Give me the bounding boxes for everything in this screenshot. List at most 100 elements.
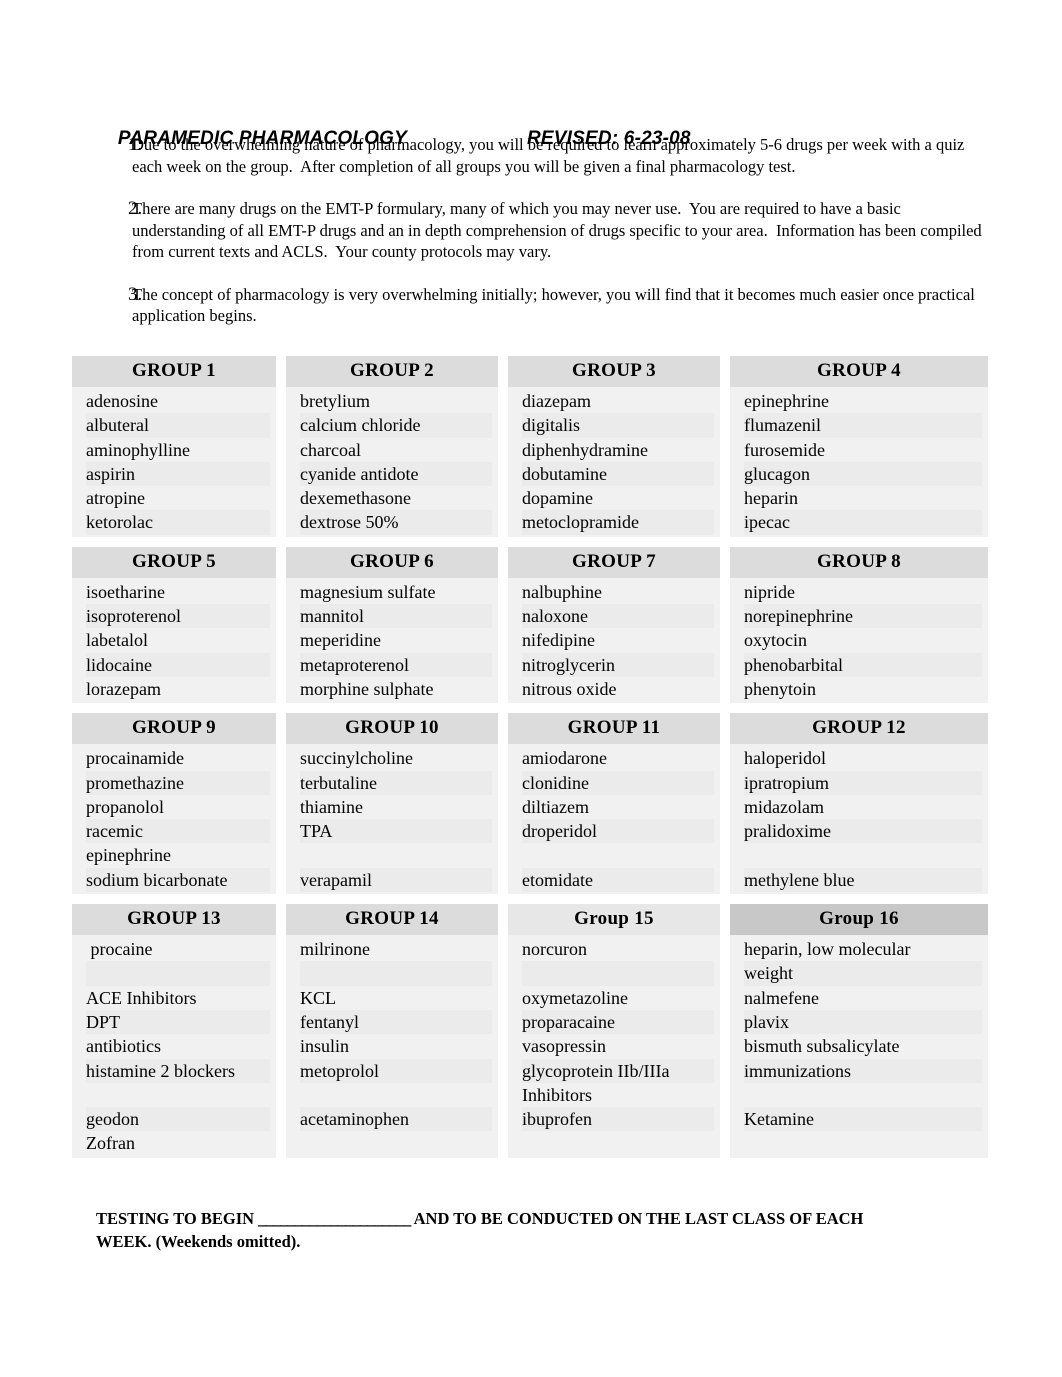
- drug-list-item: glycoprotein IIb/IIIa: [522, 1058, 714, 1083]
- drug-list-item: flumazenil: [744, 413, 982, 438]
- drug-list-item: vasopressin: [522, 1036, 606, 1057]
- group-drug-list: nalbuphine naloxone nifedipine nitroglyceri…: [508, 577, 720, 704]
- drug-list-spacer: [300, 1083, 492, 1107]
- intro-item-number: 3.: [128, 283, 143, 305]
- drug-list-item: succinylcholine: [300, 748, 413, 769]
- group-header-cell: GROUP 9: [72, 713, 276, 745]
- drug-list-item: lorazepam: [86, 678, 161, 699]
- drug-list-item: nifedipine: [522, 630, 595, 651]
- intro-item-number: 2.: [128, 198, 143, 219]
- drug-list-item: thiamine: [300, 796, 363, 817]
- drug-list-item: terbutaline: [300, 770, 492, 795]
- group-drug-list: diazepam digitalis diphenhydramine dobutami…: [508, 387, 720, 537]
- drug-list-item: charcoal: [300, 439, 361, 460]
- drug-list-item: amiodarone: [522, 748, 607, 769]
- drug-list-item: digitalis: [522, 413, 714, 438]
- column-gutter: [276, 356, 286, 387]
- group-header-cell: GROUP 14: [286, 904, 498, 936]
- drug-list-item: procaine: [86, 939, 153, 960]
- column-gutter: [498, 546, 508, 578]
- drug-list-item: ACE Inhibitors: [86, 987, 197, 1008]
- group-header-cell: GROUP 5: [72, 546, 276, 578]
- footer-blank-field[interactable]: _____________________: [258, 1209, 411, 1228]
- drug-list-item: antibiotics: [86, 1036, 161, 1057]
- column-gutter: [720, 935, 730, 1158]
- drug-list-item: milrinone: [300, 939, 370, 960]
- intro-item-text: The concept of pharmacology is very over…: [132, 284, 979, 326]
- drug-list-item: phenobarbital: [744, 652, 982, 677]
- drug-list-item: glucagon: [744, 461, 982, 487]
- drug-list-spacer: [300, 961, 492, 986]
- group-header-row: GROUP 9 GROUP 10 GROUP 11 GROUP 12: [72, 713, 988, 745]
- column-gutter: [276, 744, 286, 895]
- drug-list-item: Ketamine: [744, 1107, 982, 1132]
- group-body-row: procaine ACE Inhibitors DPT antibiotics his…: [72, 935, 988, 1158]
- group-drug-list: procaine ACE Inhibitors DPT antibiotics his…: [72, 935, 276, 1158]
- drug-list-item: ketorolac: [86, 510, 270, 535]
- drug-list-item: Zofran: [86, 1133, 135, 1154]
- drug-list-spacer: [300, 843, 492, 867]
- group-header-cell: GROUP 2: [286, 356, 498, 387]
- group-drug-list: magnesium sulfate mannitol meperidine metap…: [286, 577, 498, 704]
- drug-list-item: nitrous oxide: [522, 678, 617, 699]
- drug-list-item: methylene blue: [744, 867, 982, 893]
- drug-list-item: KCL: [300, 987, 336, 1008]
- intro-item-text: Due to the overwhelming nature of pharma…: [132, 135, 969, 176]
- drug-list-item: calcium chloride: [300, 413, 492, 438]
- drug-list-spacer: [86, 1083, 270, 1107]
- drug-list-item: diltiazem: [522, 796, 589, 817]
- drug-list-item: haloperidol: [744, 748, 826, 769]
- drug-list-item: metoclopramide: [522, 510, 714, 535]
- group-header-cell: GROUP 8: [730, 546, 988, 578]
- drug-list-item: acetaminophen: [300, 1107, 492, 1132]
- document-page: PARAMEDIC PHARMACOLOGY REVISED: 6-23-08 1…: [0, 0, 1062, 1377]
- drug-list-item: lidocaine: [86, 652, 270, 677]
- column-gutter: [498, 713, 508, 745]
- drug-list-item: promethazine: [86, 770, 270, 795]
- drug-list-item: droperidol: [522, 819, 714, 844]
- drug-list-item: diazepam: [522, 391, 591, 411]
- drug-list-item: heparin: [744, 488, 798, 509]
- drug-list-spacer: [744, 1083, 982, 1107]
- drug-list-item: adenosine: [86, 391, 158, 411]
- group-drug-list: procainamide promethazine propanolol racemi…: [72, 744, 276, 895]
- intro-item-number: 1.: [128, 134, 143, 155]
- drug-list-item: aspirin: [86, 461, 270, 487]
- column-gutter: [720, 546, 730, 578]
- drug-group-tables: GROUP 1 GROUP 2 GROUP 3 GROUP 4 adenosine alb…: [72, 356, 988, 1168]
- drug-list-item: phenytoin: [744, 678, 816, 699]
- group-header-cell: GROUP 3: [508, 356, 720, 387]
- drug-list-item: metoprolol: [300, 1058, 492, 1083]
- group-drug-list: isoetharine isoproterenol labetalol lidocai…: [72, 577, 276, 704]
- drug-list-item: DPT: [86, 1009, 270, 1035]
- drug-list-item: geodon: [86, 1107, 270, 1132]
- column-gutter: [276, 713, 286, 745]
- column-gutter: [498, 744, 508, 895]
- drug-list-item: dopamine: [522, 488, 593, 509]
- group-header-cell: Group 16: [730, 904, 988, 936]
- drug-list-item: racemic: [86, 819, 270, 844]
- drug-list-item: ibuprofen: [522, 1107, 714, 1132]
- intro-item-text: There are many drugs on the EMT-P formul…: [132, 199, 986, 261]
- drug-list-item: immunizations: [744, 1058, 982, 1083]
- drug-list-item: mannitol: [300, 604, 492, 629]
- drug-list-item: nalbuphine: [522, 581, 602, 602]
- drug-list-item: metaproterenol: [300, 652, 492, 677]
- drug-list-item: TPA: [300, 819, 492, 844]
- drug-list-item: sodium bicarbonate: [86, 867, 270, 893]
- group-header-cell: GROUP 6: [286, 546, 498, 578]
- group-drug-list: bretylium calcium chloride charcoal cyanide…: [286, 387, 498, 537]
- drug-list-spacer: [522, 961, 714, 986]
- drug-list-spacer: [522, 1131, 714, 1155]
- drug-list-spacer: [300, 1131, 492, 1155]
- group-header-row: GROUP 1 GROUP 2 GROUP 3 GROUP 4: [72, 356, 988, 387]
- column-gutter: [720, 713, 730, 745]
- column-gutter: [498, 387, 508, 537]
- column-gutter: [276, 935, 286, 1158]
- intro-list: 1. Due to the overwhelming nature of phar…: [96, 134, 982, 348]
- column-gutter: [276, 577, 286, 704]
- group-body-row: isoetharine isoproterenol labetalol lidocai…: [72, 577, 988, 704]
- drug-list-item: albuteral: [86, 413, 270, 438]
- group-drug-list: heparin, low molecular weight nalmefene pla…: [730, 935, 988, 1158]
- drug-list-item: norcuron: [522, 939, 587, 960]
